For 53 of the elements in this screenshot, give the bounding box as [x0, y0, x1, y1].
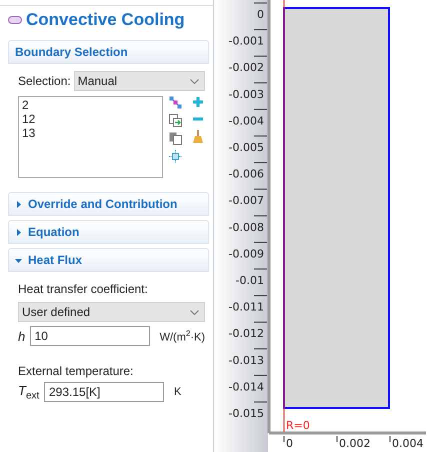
unit-label: W/(m$^{2}$·K) [160, 328, 205, 344]
copy-icon[interactable] [169, 132, 182, 145]
section-header[interactable]: Override and Contribution [8, 192, 209, 216]
y-tick-label: -0.013 [228, 354, 264, 367]
y-tick-label: -0.007 [228, 194, 264, 208]
input-field[interactable]: 293.15[K] [44, 382, 164, 402]
x-tick-label: 0.004 [392, 437, 424, 450]
y-tick-label: -0.008 [228, 220, 264, 234]
y-tick-label: -0.003 [228, 88, 264, 101]
crosshair-icon[interactable] [169, 150, 182, 163]
list-item[interactable]: 13 [22, 126, 159, 140]
expand-arrow-icon [15, 200, 22, 208]
selection-label: Selection: [18, 73, 71, 90]
plus-icon[interactable] [192, 96, 204, 108]
y-tick-label: -0.006 [228, 168, 264, 181]
selection-dropdown[interactable]: Manual [74, 71, 205, 91]
y-tick-label: -0.015 [228, 407, 264, 420]
section-header[interactable]: Equation [8, 220, 209, 244]
coefficient-label: Heat transfer coefficient: [18, 281, 149, 298]
panel-title: Convective Cooling [26, 10, 185, 30]
y-tick-label: -0.009 [228, 247, 264, 260]
section-header[interactable]: Heat Flux [8, 248, 209, 272]
x-tick-label: 0.002 [339, 437, 370, 450]
unit-label: K [174, 386, 182, 398]
list-item[interactable]: 12 [22, 112, 159, 126]
chevron-down-icon [190, 78, 199, 84]
input-field[interactable]: 10 [30, 326, 150, 346]
nodes-icon[interactable] [169, 96, 182, 109]
symbol-label: T$_{ext}$ [18, 382, 40, 402]
coefficient-dropdown[interactable]: User defined [18, 302, 205, 322]
y-tick-label: -0.01 [236, 274, 264, 287]
field-label: External temperature: [18, 363, 134, 380]
paste-arrow-icon[interactable] [169, 114, 182, 127]
y-tick-label: 0 [257, 8, 264, 21]
y-tick-label: -0.001 [228, 34, 264, 48]
broom-icon[interactable] [192, 130, 204, 143]
y-tick-label: -0.011 [228, 300, 264, 314]
symbol-label: h [18, 328, 26, 344]
section-header: Boundary Selection [8, 40, 209, 64]
y-tick-label: -0.014 [228, 380, 264, 394]
y-tick-label: -0.002 [228, 61, 264, 74]
chevron-down-icon [190, 310, 199, 314]
y-tick-label: -0.005 [228, 141, 264, 154]
domain-rectangle[interactable] [283, 7, 390, 409]
list-item[interactable]: 2 [22, 98, 159, 112]
capsule-icon [8, 16, 22, 24]
y-tick-label: -0.004 [228, 114, 264, 128]
x-tick-label: 0 [286, 437, 293, 450]
axis-label: R=0 [286, 419, 310, 432]
boundary-list[interactable]: 2 12 13 [18, 96, 163, 178]
expand-arrow-icon [15, 256, 22, 264]
expand-arrow-icon [15, 228, 22, 236]
y-tick-label: -0.012 [228, 327, 264, 340]
